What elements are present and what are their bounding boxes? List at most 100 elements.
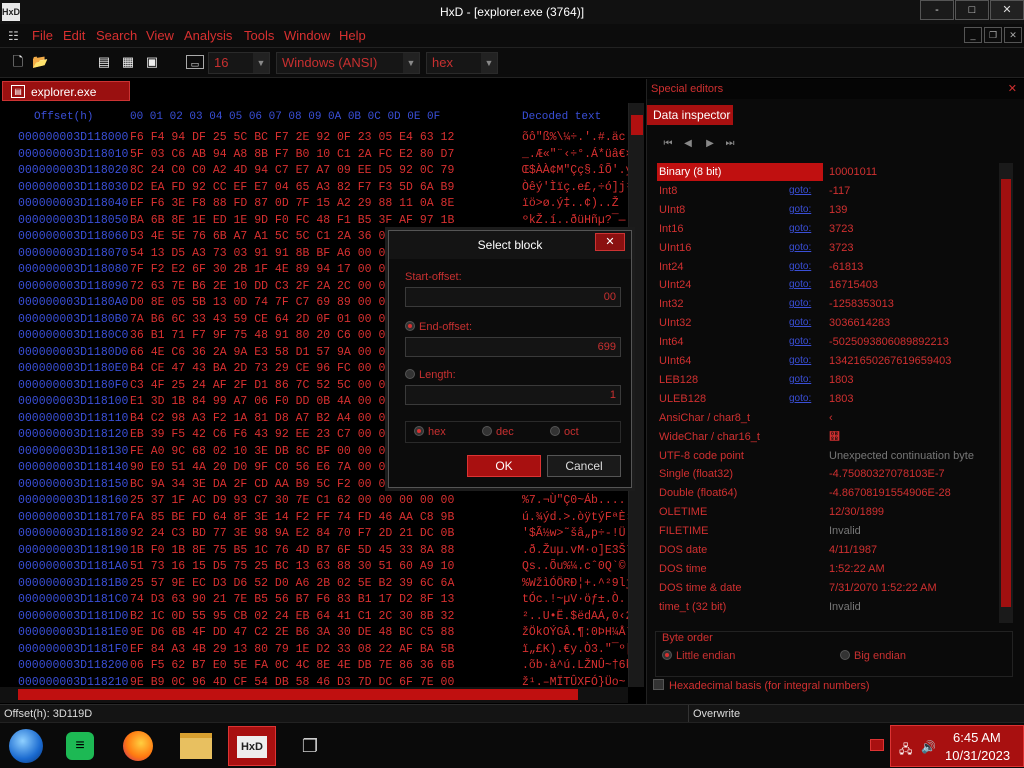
hex-row[interactable]: 000000003D118040 EF F6 3E F8 88 FD 87 0D … — [0, 197, 628, 213]
close-icon[interactable]: ✕ — [1008, 79, 1017, 99]
minimize-button[interactable]: - — [920, 0, 954, 20]
goto-link[interactable]: goto: — [789, 182, 811, 200]
menu-help[interactable]: Help — [339, 28, 366, 43]
goto-link[interactable]: goto: — [789, 220, 811, 238]
hex-row[interactable]: 000000003D118210 9E B9 0C 96 4D CF 54 DB … — [0, 676, 628, 688]
hex-row[interactable]: 000000003D118180 92 24 C3 BD 77 3E 98 9A … — [0, 527, 628, 543]
row-decoded-text[interactable]: .ð.Žuµ.vM·o]E3Šˆ — [522, 544, 628, 557]
menu-analysis[interactable]: Analysis — [184, 28, 232, 43]
cancel-button[interactable]: Cancel — [547, 455, 621, 477]
hex-row[interactable]: 000000003D1181F0 EF 84 A3 4B 29 13 80 79 … — [0, 643, 628, 659]
goto-link[interactable]: goto: — [789, 333, 811, 351]
row-hex-bytes[interactable]: D2 EA FD 92 CC EF E7 04 65 A3 82 F7 F3 5… — [130, 181, 454, 194]
row-decoded-text[interactable]: '$Ã½w>˜šâ„p÷-!Ü. — [522, 527, 628, 540]
row-hex-bytes[interactable]: 92 24 C3 BD 77 3E 98 9A E2 84 70 F7 2D 2… — [130, 527, 454, 540]
row-decoded-text[interactable]: ²..U•Ë.$ëdAÁ,0‹2 — [522, 610, 628, 623]
previous-icon[interactable]: ◀ — [681, 137, 695, 151]
hex-basis-checkbox[interactable]: Hexadecimal basis (for integral numbers) — [653, 679, 1013, 695]
row-decoded-text[interactable]: Qs..Õu%¼.cˆ0Q`©. — [522, 560, 628, 573]
open-disk-icon[interactable]: ▤ — [96, 54, 112, 70]
row-decoded-text[interactable]: _.Æ«"¨‹÷°.Á*üâ€× — [522, 148, 628, 161]
menu-edit[interactable]: Edit — [63, 28, 85, 43]
inspector-value[interactable]: Invalid — [829, 598, 861, 616]
inspector-value[interactable]: 3723 — [829, 220, 853, 238]
show-hidden-icons-icon[interactable] — [870, 739, 884, 751]
hex-row[interactable]: 000000003D1181E0 9E D6 6B 4F DD 47 C2 2E … — [0, 626, 628, 642]
row-hex-bytes[interactable]: 25 57 9E EC D3 D6 52 D0 A6 2B 02 5E B2 3… — [130, 577, 454, 590]
hex-row[interactable]: 000000003D118050 BA 6B 8E 1E ED 1E 9D F0 … — [0, 214, 628, 230]
row-hex-bytes[interactable]: 5F 03 C6 AB 94 A8 8B F7 B0 10 C1 2A FC E… — [130, 148, 454, 161]
mdi-close-icon[interactable]: ✕ — [1004, 27, 1022, 43]
goto-link[interactable]: goto: — [789, 371, 811, 389]
inspector-row[interactable]: UInt64 goto: 13421650267619659403 — [655, 352, 995, 370]
row-hex-bytes[interactable]: 06 F5 62 B7 E0 5E FA 0C 4C 8E 4E DB 7E 8… — [130, 659, 454, 672]
inspector-row[interactable]: FILETIME Invalid — [655, 522, 995, 540]
ok-button[interactable]: OK — [467, 455, 541, 477]
hex-row[interactable]: 000000003D118030 D2 EA FD 92 CC EF E7 04 … — [0, 181, 628, 197]
inspector-row[interactable]: UInt32 goto: 3036614283 — [655, 314, 995, 332]
open-ram-icon[interactable]: ▦ — [120, 54, 136, 70]
hex-row[interactable]: 000000003D118020 8C 24 C0 C0 A2 4D 94 C7 … — [0, 164, 628, 180]
inspector-value[interactable]: -4.86708191554906E-28 — [829, 484, 951, 502]
end-offset-radio[interactable]: End-offset: — [405, 321, 472, 333]
inspector-value[interactable]: ஋ — [829, 428, 840, 446]
goto-link[interactable]: goto: — [789, 314, 811, 332]
bytes-per-row-select[interactable]: 16 ▼ — [208, 52, 270, 74]
hex-horizontal-scrollbar[interactable] — [0, 687, 628, 703]
hex-row[interactable]: 000000003D118000 F6 F4 94 DF 25 5C BC F7 … — [0, 131, 628, 147]
inspector-row[interactable]: UInt24 goto: 16715403 — [655, 276, 995, 294]
volume-icon[interactable]: 🔊 — [921, 740, 936, 754]
start-button[interactable] — [2, 726, 50, 766]
goto-link[interactable]: goto: — [789, 276, 811, 294]
goto-link[interactable]: goto: — [789, 201, 811, 219]
row-hex-bytes[interactable]: 9E D6 6B 4F DD 47 C2 2E B6 3A 30 DE 48 B… — [130, 626, 454, 639]
length-input[interactable]: 1 — [405, 385, 621, 405]
hex-row[interactable]: 000000003D118190 1B F0 1B 8E 75 B5 1C 76 … — [0, 544, 628, 560]
charset-select[interactable]: Windows (ANSI) ▼ — [276, 52, 420, 74]
big-endian-radio[interactable]: Big endian — [840, 650, 906, 662]
hex-row[interactable]: 000000003D118200 06 F5 62 B7 E0 5E FA 0C … — [0, 659, 628, 675]
inspector-value[interactable]: 10001011 — [829, 163, 877, 181]
goto-link[interactable]: goto: — [789, 352, 811, 370]
mdi-minimize-icon[interactable]: _ — [964, 27, 982, 43]
inspector-row[interactable]: Int32 goto: -1258353013 — [655, 295, 995, 313]
inspector-row[interactable]: UInt8 goto: 139 — [655, 201, 995, 219]
row-decoded-text[interactable]: %7.¬Ù"Ç0~Áb..... — [522, 494, 628, 507]
menu-view[interactable]: View — [146, 28, 174, 43]
goto-link[interactable]: goto: — [789, 239, 811, 257]
inspector-value[interactable]: -4.75080327078103E-7 — [829, 465, 945, 483]
row-decoded-text[interactable]: ï„£K).€y.Ò3."¯º[ — [522, 643, 628, 656]
row-decoded-text[interactable]: tÓc.!~µV·öƒ±.Ò.. — [522, 593, 628, 606]
tab-explorer-exe[interactable]: ▤ explorer.exe (3764) — [2, 81, 130, 119]
row-decoded-text[interactable]: %WžìÓÖRÐ¦+.^²9lj — [522, 577, 628, 590]
inspector-value[interactable]: -117 — [829, 182, 850, 200]
inspector-value[interactable]: 13421650267619659403 — [829, 352, 951, 370]
offset-base-select[interactable]: hex ▼ — [426, 52, 498, 74]
goto-link[interactable]: goto: — [789, 258, 811, 276]
row-decoded-text[interactable]: ºkŽ.í..ðüHñµ?¯—. — [522, 214, 628, 227]
inspector-row[interactable]: WideChar / char16_t ஋ — [655, 428, 995, 446]
row-decoded-text[interactable]: žÖkOÝGÂ.¶:0ÞH¼Åˆ — [522, 626, 628, 639]
hex-row[interactable]: 000000003D118010 5F 03 C6 AB 94 A8 8B F7 … — [0, 148, 628, 164]
inspector-value[interactable]: 3036614283 — [829, 314, 890, 332]
inspector-row[interactable]: UInt16 goto: 3723 — [655, 239, 995, 257]
network-icon[interactable]: 🖧 — [899, 740, 912, 761]
inspector-value[interactable]: ‹ — [829, 409, 833, 427]
scroll-thumb[interactable] — [1001, 179, 1011, 607]
row-decoded-text[interactable]: õô"ß%\¼÷.'.#.äc. — [522, 131, 628, 144]
start-offset-input[interactable]: 00 — [405, 287, 621, 307]
inspector-row[interactable]: Int24 goto: -61813 — [655, 258, 995, 276]
row-decoded-text[interactable]: Òêý'Ìïç.e£‚÷ó]j¹ — [522, 181, 628, 194]
dialog-close-button[interactable]: ✕ — [595, 233, 625, 251]
mdi-restore-icon[interactable]: ❐ — [984, 27, 1002, 43]
menu-file[interactable]: File — [32, 28, 53, 43]
inspector-row[interactable]: Int8 goto: -117 — [655, 182, 995, 200]
end-offset-input[interactable]: 699 — [405, 337, 621, 357]
hex-row[interactable]: 000000003D1181C0 74 D3 63 90 21 7E B5 56 … — [0, 593, 628, 609]
row-hex-bytes[interactable]: 25 37 1F AC D9 93 C7 30 7E C1 62 00 00 0… — [130, 494, 454, 507]
next-icon[interactable]: ▶ — [703, 137, 717, 151]
inspector-scrollbar[interactable] — [999, 163, 1013, 623]
hex-row[interactable]: 000000003D1181B0 25 57 9E EC D3 D6 52 D0 … — [0, 577, 628, 593]
row-hex-bytes[interactable]: EF F6 3E F8 88 FD 87 0D 7F 15 A2 29 88 1… — [130, 197, 454, 210]
save-icon[interactable]: ▣ — [144, 54, 160, 70]
